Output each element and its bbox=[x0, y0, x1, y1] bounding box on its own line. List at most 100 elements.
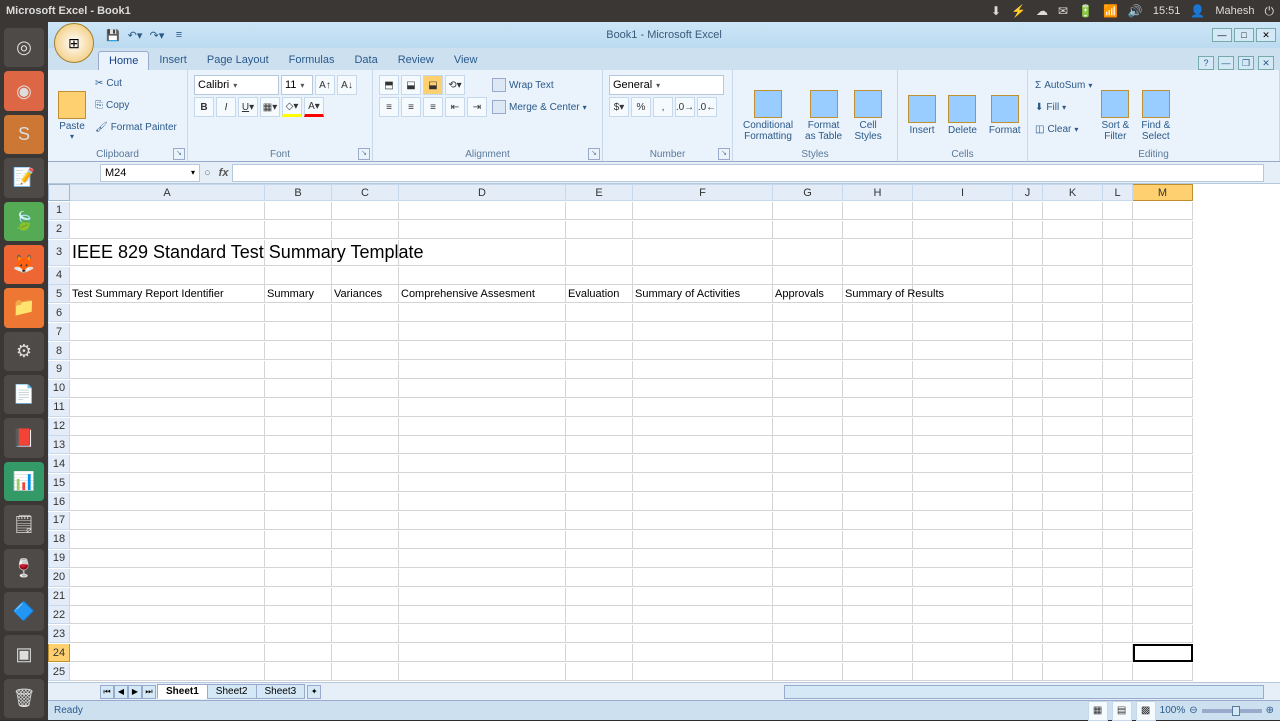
cell[interactable] bbox=[1013, 380, 1043, 398]
cell[interactable] bbox=[265, 380, 332, 398]
qat-customize-icon[interactable]: ≡ bbox=[170, 26, 188, 44]
row-header[interactable]: 21 bbox=[48, 588, 70, 606]
increase-indent-button[interactable]: ⇥ bbox=[467, 97, 487, 117]
cell[interactable] bbox=[70, 606, 265, 624]
cell[interactable] bbox=[1013, 285, 1043, 303]
cell[interactable] bbox=[265, 436, 332, 454]
cell[interactable] bbox=[633, 663, 773, 681]
clock[interactable]: 15:51 bbox=[1153, 5, 1181, 17]
cell[interactable] bbox=[1043, 569, 1103, 587]
mdi-minimize-button[interactable]: — bbox=[1218, 56, 1234, 70]
cell[interactable] bbox=[265, 569, 332, 587]
cell[interactable] bbox=[399, 625, 566, 643]
cell[interactable] bbox=[332, 455, 399, 473]
cell[interactable] bbox=[1133, 267, 1193, 285]
cell[interactable] bbox=[70, 221, 265, 239]
cell[interactable] bbox=[1133, 221, 1193, 239]
italic-button[interactable]: I bbox=[216, 97, 236, 117]
gedit-icon[interactable]: 📝 bbox=[4, 158, 44, 197]
cell[interactable] bbox=[1043, 380, 1103, 398]
cell[interactable] bbox=[1133, 606, 1193, 624]
align-middle-button[interactable]: ⬓ bbox=[401, 75, 421, 95]
shrink-font-button[interactable]: A↓ bbox=[337, 75, 357, 95]
row-header[interactable]: 6 bbox=[48, 304, 70, 322]
cell[interactable]: Summary of Activities bbox=[633, 285, 773, 303]
row-header[interactable]: 1 bbox=[48, 202, 70, 220]
cell[interactable] bbox=[332, 202, 399, 220]
paste-button[interactable]: Paste▾ bbox=[52, 72, 92, 159]
font-dialog-launcher[interactable]: ↘ bbox=[358, 148, 370, 160]
format-painter-button[interactable]: 🖌Format Painter bbox=[92, 116, 180, 138]
cell[interactable] bbox=[70, 644, 265, 662]
cell[interactable] bbox=[566, 436, 633, 454]
cell[interactable] bbox=[913, 304, 1013, 322]
dropbox-icon[interactable]: ☁ bbox=[1036, 4, 1048, 18]
cell[interactable] bbox=[913, 512, 1013, 530]
cell[interactable] bbox=[913, 380, 1013, 398]
row-header[interactable]: 11 bbox=[48, 399, 70, 417]
cell[interactable] bbox=[566, 625, 633, 643]
cell[interactable] bbox=[399, 323, 566, 341]
cell[interactable] bbox=[633, 531, 773, 549]
firefox-icon[interactable]: 🦊 bbox=[4, 245, 44, 284]
cell[interactable] bbox=[773, 531, 843, 549]
cell[interactable] bbox=[913, 285, 1013, 303]
row-header[interactable]: 12 bbox=[48, 418, 70, 436]
cell[interactable] bbox=[1103, 361, 1133, 379]
decrease-decimal-button[interactable]: .0← bbox=[697, 97, 717, 117]
cell[interactable] bbox=[332, 625, 399, 643]
zoom-out-button[interactable]: ⊖ bbox=[1189, 705, 1197, 716]
cell[interactable] bbox=[332, 606, 399, 624]
cell[interactable] bbox=[399, 342, 566, 360]
cell[interactable] bbox=[1043, 474, 1103, 492]
cell[interactable] bbox=[633, 221, 773, 239]
cell[interactable] bbox=[332, 361, 399, 379]
cell[interactable] bbox=[399, 436, 566, 454]
percent-button[interactable]: % bbox=[631, 97, 651, 117]
grow-font-button[interactable]: A↑ bbox=[315, 75, 335, 95]
cell[interactable] bbox=[70, 569, 265, 587]
row-header[interactable]: 7 bbox=[48, 323, 70, 341]
battery-icon[interactable]: 🔋 bbox=[1078, 4, 1093, 18]
align-bottom-button[interactable]: ⬓ bbox=[423, 75, 443, 95]
cell[interactable] bbox=[1103, 436, 1133, 454]
cell[interactable] bbox=[265, 240, 332, 266]
cell[interactable] bbox=[1043, 342, 1103, 360]
cell[interactable] bbox=[1133, 285, 1193, 303]
cell[interactable] bbox=[566, 240, 633, 266]
cell[interactable] bbox=[1043, 588, 1103, 606]
cell[interactable] bbox=[1133, 240, 1193, 266]
cell[interactable] bbox=[399, 550, 566, 568]
autosum-button[interactable]: ΣAutoSum▾ bbox=[1032, 74, 1095, 96]
cell[interactable] bbox=[773, 361, 843, 379]
cell[interactable] bbox=[843, 663, 913, 681]
cell[interactable]: Test Summary Report Identifier bbox=[70, 285, 265, 303]
column-header[interactable]: F bbox=[633, 184, 773, 201]
cell[interactable] bbox=[399, 569, 566, 587]
cell[interactable] bbox=[843, 267, 913, 285]
clipboard-dialog-launcher[interactable]: ↘ bbox=[173, 148, 185, 160]
cell[interactable] bbox=[773, 342, 843, 360]
cell[interactable] bbox=[566, 418, 633, 436]
cell[interactable] bbox=[633, 304, 773, 322]
cell[interactable] bbox=[913, 606, 1013, 624]
cell[interactable] bbox=[843, 625, 913, 643]
cell[interactable] bbox=[843, 531, 913, 549]
row-header[interactable]: 17 bbox=[48, 512, 70, 530]
row-header[interactable]: 25 bbox=[48, 663, 70, 681]
cell[interactable] bbox=[1013, 202, 1043, 220]
cell[interactable] bbox=[1133, 342, 1193, 360]
row-header[interactable]: 5 bbox=[48, 285, 70, 303]
cell[interactable] bbox=[633, 267, 773, 285]
bold-button[interactable]: B bbox=[194, 97, 214, 117]
settings-icon[interactable]: ⚙ bbox=[4, 332, 44, 371]
cell[interactable] bbox=[773, 644, 843, 662]
cell[interactable] bbox=[633, 240, 773, 266]
cell[interactable] bbox=[1103, 202, 1133, 220]
view-normal-button[interactable]: ▦ bbox=[1088, 701, 1108, 721]
cell[interactable] bbox=[1103, 380, 1133, 398]
fx-icon[interactable]: fx bbox=[215, 167, 233, 179]
cell[interactable] bbox=[1013, 588, 1043, 606]
row-header[interactable]: 3 bbox=[48, 240, 70, 266]
align-top-button[interactable]: ⬒ bbox=[379, 75, 399, 95]
